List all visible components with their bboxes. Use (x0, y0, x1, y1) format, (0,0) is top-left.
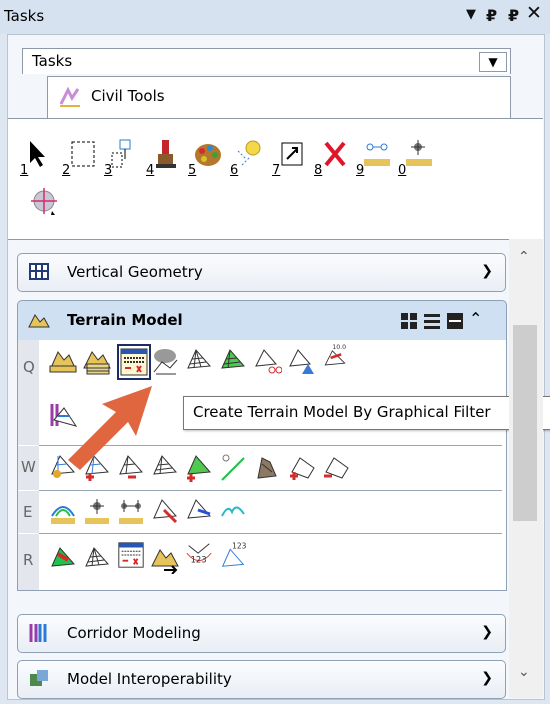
window-title: Tasks (4, 7, 45, 25)
terrain-flow-icon[interactable] (218, 496, 248, 526)
snap-tool[interactable]: 0 (396, 137, 434, 181)
chevron-down-icon[interactable]: ❯ (481, 263, 493, 279)
interoperability-icon (30, 670, 48, 686)
terrain-boundary-add-icon[interactable] (286, 452, 316, 482)
terrain-spot-elevation-icon[interactable] (82, 496, 112, 526)
terrain-point-label-icon[interactable]: 123 (218, 540, 248, 570)
main-toolbox: 1 2 3 4 5 6 7 8 9 0 (8, 118, 543, 240)
element-information-tool[interactable]: 5 (186, 137, 224, 181)
task-group-label: Civil Tools (91, 87, 165, 105)
terrain-folder-icon (28, 314, 50, 328)
dock-icon[interactable]: ₽ (508, 6, 519, 25)
window-titlebar: Tasks ▼ ₽ ₽ ✕ (0, 0, 550, 34)
civil-tools-icon (59, 86, 80, 107)
tool-number: 5 (188, 163, 197, 178)
terrain-slope-label-icon[interactable] (116, 496, 146, 526)
terrain-contour-label-icon[interactable]: 123 (184, 540, 214, 570)
section-model-interoperability[interactable]: Model Interoperability ❯ (17, 660, 506, 699)
terrain-drape-icon[interactable] (184, 496, 214, 526)
compass-target-icon (31, 188, 57, 215)
detail-view-icon[interactable] (446, 312, 464, 330)
contour-label-badge: 123 (191, 555, 207, 565)
terrain-mesh-plain-icon[interactable] (82, 544, 112, 574)
terrain-badge-10: 10.0 (332, 344, 346, 351)
terrain-analysis-icon[interactable] (150, 496, 180, 526)
section-label: Vertical Geometry (67, 263, 203, 281)
measure-tool[interactable]: 9 (354, 137, 392, 181)
graphical-filter-icon (120, 348, 148, 376)
chevron-down-icon[interactable]: ❯ (481, 670, 493, 686)
chevron-down-icon[interactable]: ▼ (479, 52, 507, 72)
tool-number: 6 (230, 163, 239, 178)
row-label-e: E (18, 491, 39, 533)
accudraw-tool[interactable] (28, 185, 66, 229)
section-vertical-geometry[interactable]: Vertical Geometry ❯ (17, 253, 506, 292)
tool-number: 8 (314, 163, 323, 178)
tool-number: 1 (20, 163, 29, 178)
tool-number: 7 (272, 163, 281, 178)
row-label-r: R (18, 534, 39, 590)
task-selector[interactable]: Tasks ▼ (22, 48, 511, 74)
terrain-complex-icon[interactable] (286, 346, 316, 376)
chevron-down-icon[interactable]: ❯ (481, 624, 493, 640)
vertical-scrollbar[interactable]: ⌃ ⌄ (509, 239, 543, 698)
tooltip-text: Create Terrain Model By Graphical Filter (193, 403, 491, 421)
task-group-civil-tools[interactable]: Civil Tools (47, 76, 511, 119)
terrain-profile-line-icon[interactable] (218, 452, 248, 482)
tooltip: Create Terrain Model By Graphical Filter (183, 396, 550, 430)
place-fence-tool[interactable]: 2 (60, 137, 98, 181)
terrain-green-edit-icon[interactable] (184, 452, 214, 482)
tool-number: 0 (398, 163, 407, 178)
scroll-up-icon[interactable]: ⌃ (518, 249, 530, 265)
section-label: Corridor Modeling (67, 624, 201, 642)
create-terrain-graphical-filter-button[interactable] (117, 344, 151, 380)
section-terrain-model[interactable]: Terrain Model ⌃ (17, 300, 507, 341)
scrollbar-thumb[interactable] (513, 325, 537, 521)
row-divider (39, 533, 502, 534)
tool-number: 3 (104, 163, 113, 178)
pin-icon[interactable]: ₽ (486, 6, 497, 25)
terrain-clip-icon[interactable] (252, 346, 282, 376)
terrain-from-point-cloud-icon[interactable] (150, 346, 180, 376)
tool-number: 2 (62, 163, 71, 178)
manipulate-tool[interactable]: 3 (102, 137, 140, 181)
tool-number: 4 (146, 163, 155, 178)
terrain-mesh-icon[interactable] (184, 346, 214, 376)
row-label-w: W (18, 446, 39, 490)
tool-number: 9 (356, 163, 365, 178)
terrain-color-mesh-icon[interactable] (48, 544, 78, 574)
dropdown-menu-icon[interactable]: ▼ (466, 7, 476, 22)
terrain-boundary-remove-icon[interactable] (320, 452, 350, 482)
terrain-green-mesh-icon[interactable] (218, 346, 248, 376)
section-label: Model Interoperability (67, 670, 232, 688)
section-label: Terrain Model (67, 311, 183, 329)
terrain-from-file-icon[interactable] (48, 346, 78, 376)
delete-tool[interactable]: 8 (312, 137, 350, 181)
terrain-texture-icon[interactable] (252, 452, 282, 482)
terrain-export-icon[interactable] (150, 544, 180, 574)
scroll-down-icon[interactable]: ⌄ (518, 664, 530, 680)
move-tool[interactable]: 7 (270, 137, 308, 181)
terrain-filter-manager-icon[interactable] (116, 540, 146, 570)
element-selection-tool[interactable]: 1 (18, 137, 56, 181)
callout-arrow-icon (68, 386, 152, 470)
corridor-icon (29, 624, 47, 642)
grid-table-icon (29, 263, 49, 280)
task-selector-value: Tasks (32, 52, 73, 70)
change-attributes-tool[interactable]: 4 (144, 137, 182, 181)
terrain-contours-icon[interactable] (48, 496, 78, 526)
terrain-from-elements-icon[interactable]: 10.0 (320, 342, 350, 372)
row-divider (39, 490, 502, 491)
chevron-up-icon[interactable]: ⌃ (469, 309, 482, 328)
list-view-icon[interactable] (423, 312, 441, 330)
large-icons-view-icon[interactable] (400, 312, 418, 330)
section-corridor-modeling[interactable]: Corridor Modeling ❯ (17, 614, 506, 653)
point-label-badge: 123 (232, 541, 247, 550)
terrain-from-table-icon[interactable] (82, 346, 112, 376)
row-label-q: Q (18, 340, 39, 445)
close-icon[interactable]: ✕ (526, 2, 542, 24)
highlight-tool[interactable]: 6 (228, 137, 266, 181)
